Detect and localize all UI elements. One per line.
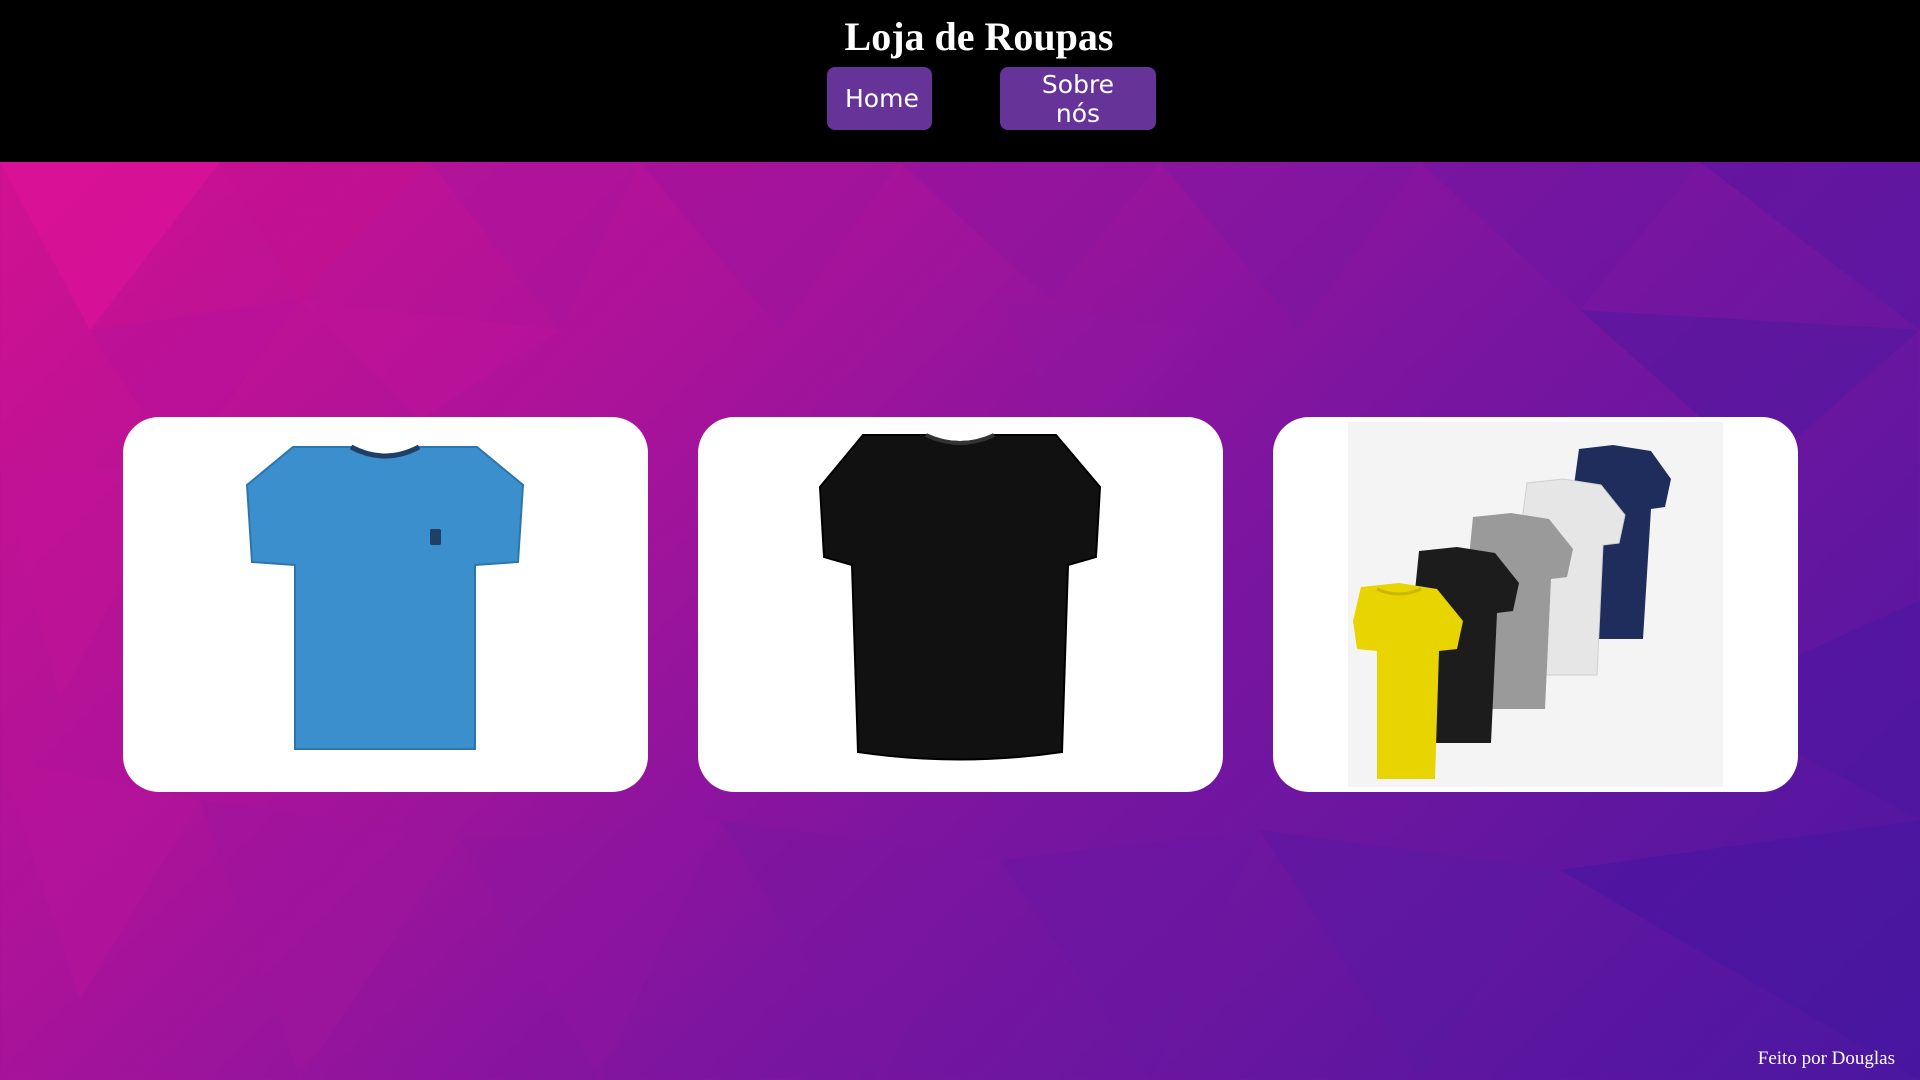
blue-tshirt-image bbox=[245, 444, 525, 750]
home-nav-button[interactable]: Home bbox=[827, 67, 932, 130]
site-header: Loja de Roupas Home Sobre nós bbox=[0, 0, 1920, 162]
product-card-black-tshirt[interactable] bbox=[698, 417, 1223, 792]
black-tshirt-image bbox=[818, 433, 1102, 761]
product-card-blue-tshirt[interactable] bbox=[123, 417, 648, 792]
product-card-tshirt-pack[interactable] bbox=[1273, 417, 1798, 792]
footer-credit: Feito por Douglas bbox=[1757, 1048, 1895, 1069]
tshirt-pack-image bbox=[1348, 422, 1723, 787]
site-title: Loja de Roupas bbox=[844, 14, 1114, 59]
about-nav-button[interactable]: Sobre nós bbox=[1000, 67, 1156, 130]
